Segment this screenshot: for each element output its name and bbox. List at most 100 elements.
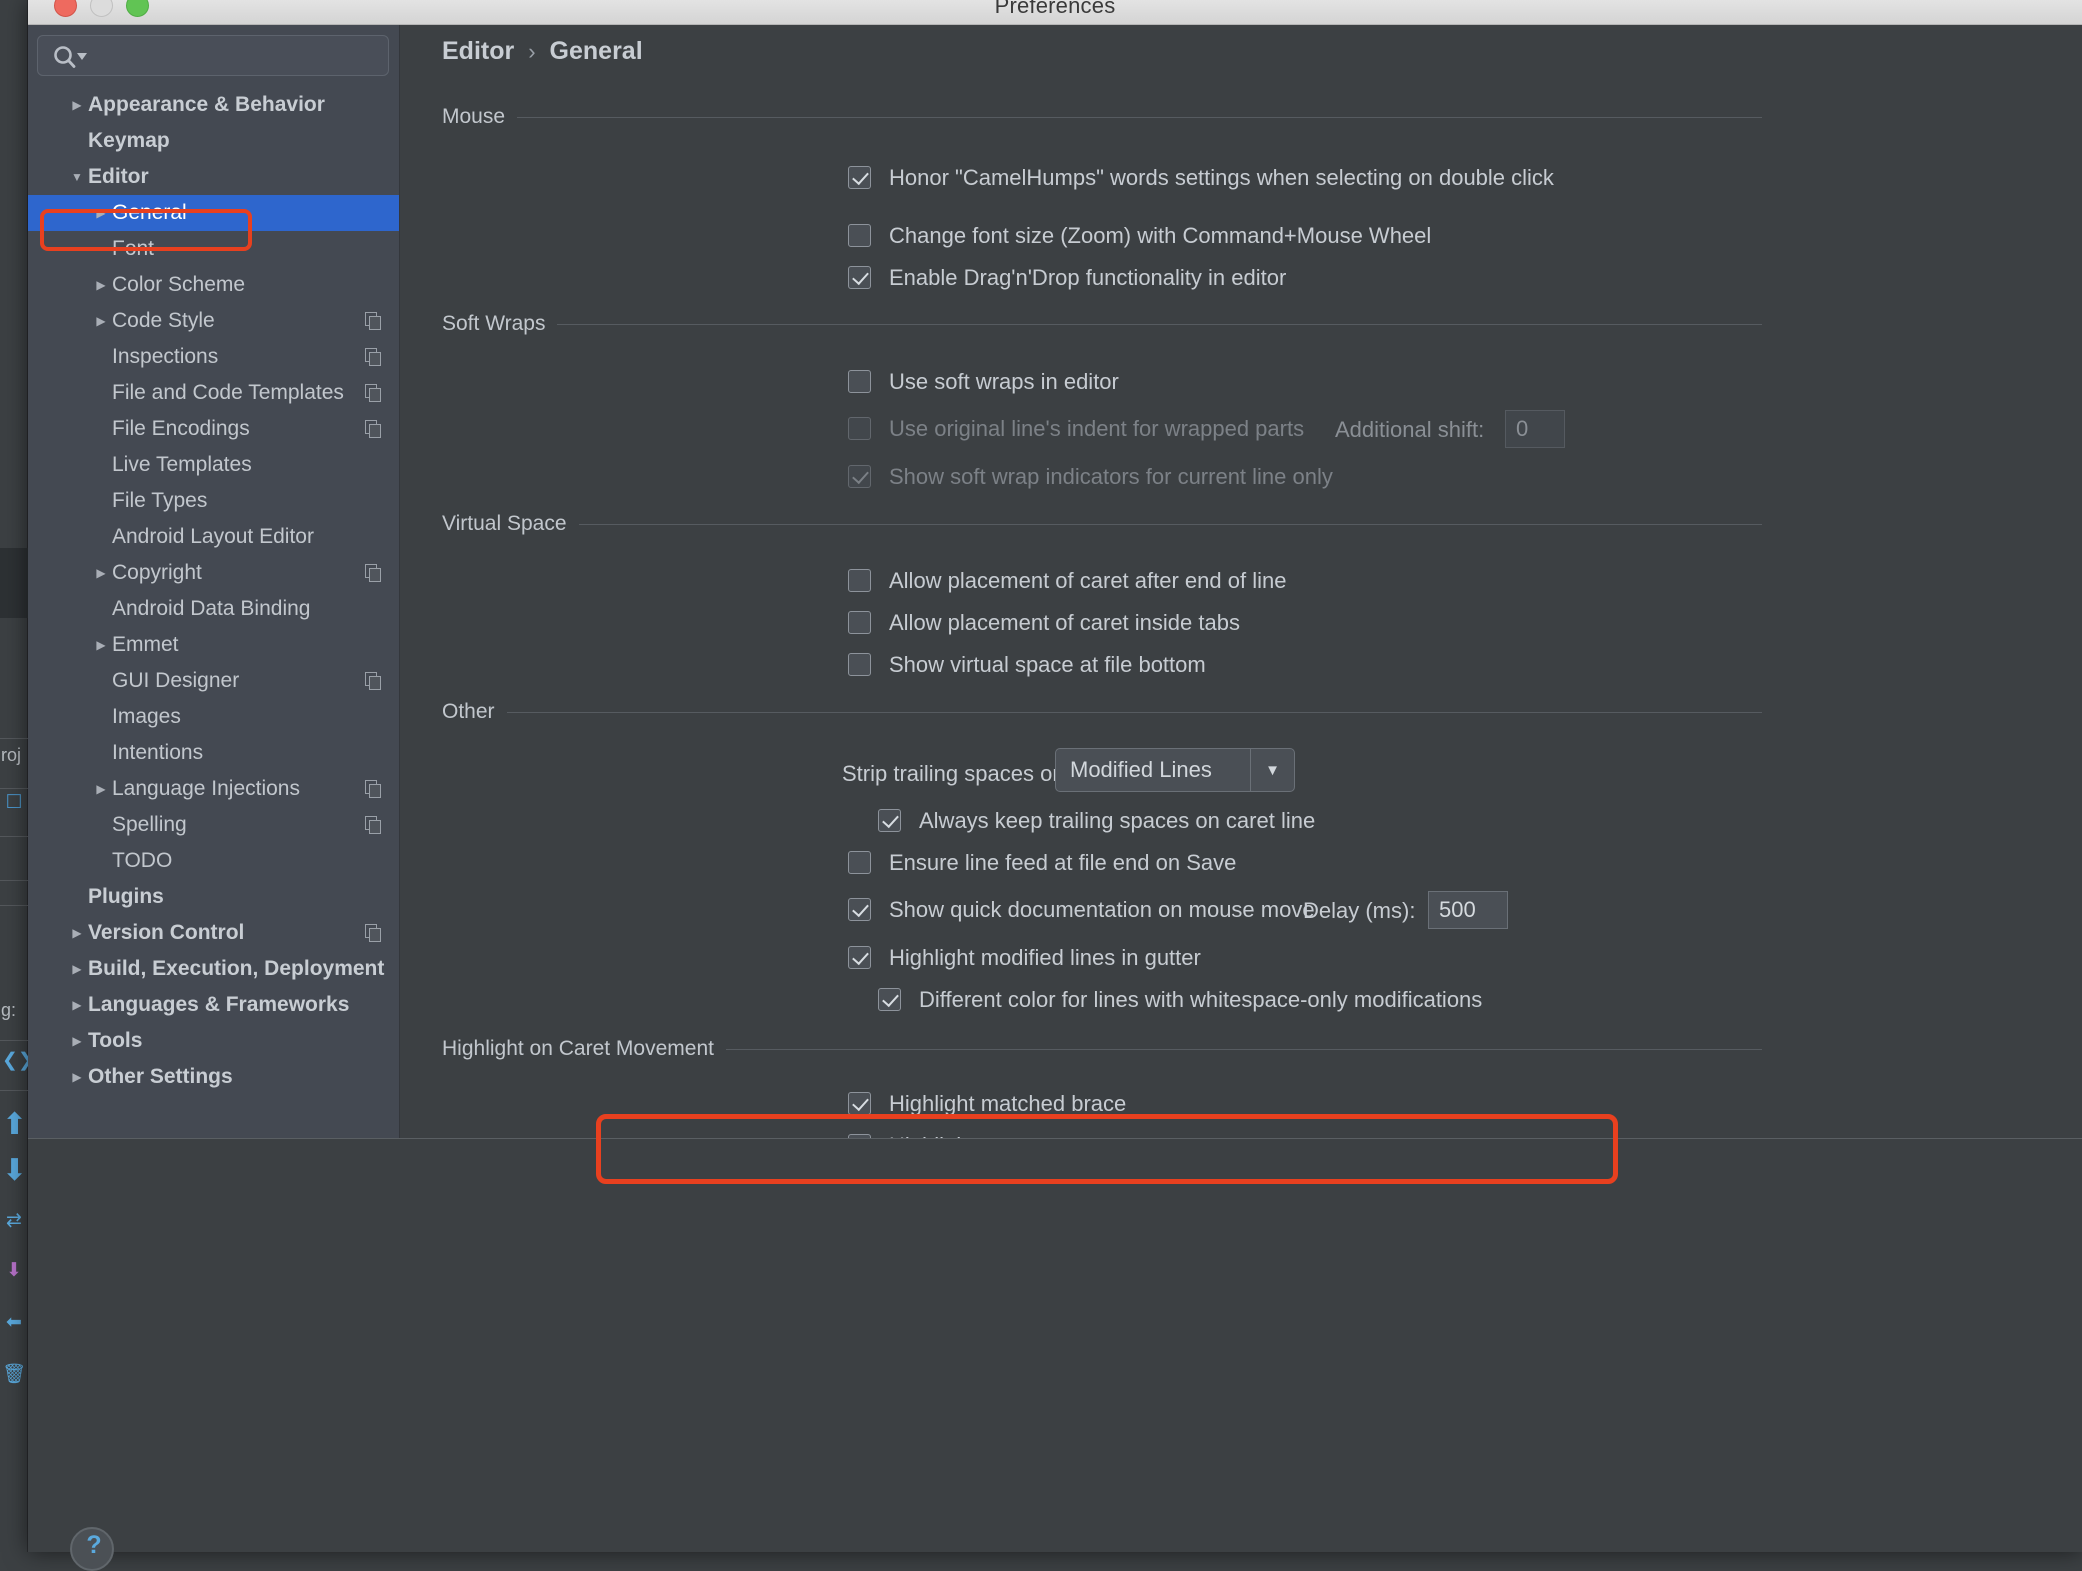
chevron-right-icon[interactable]: ▶ [90, 303, 112, 339]
checkbox-caret-after-eol[interactable] [848, 569, 871, 592]
sidebar-item-intentions[interactable]: Intentions [28, 735, 399, 771]
sidebar-item-inspections[interactable]: Inspections [28, 339, 399, 375]
copy-settings-icon[interactable] [365, 816, 382, 834]
checkbox-honor-camelhumps[interactable] [848, 166, 871, 189]
ide-tool-strip[interactable]: roj g: ☐ ❮❯ ⬆ ⬇ ⇄ ⬇ ⬅ 🗑 [0, 0, 34, 1552]
sidebar-item-plugins[interactable]: Plugins [28, 879, 399, 915]
help-button[interactable]: ? [70, 1527, 114, 1571]
sidebar-item-gui-designer[interactable]: GUI Designer [28, 663, 399, 699]
sidebar-item-emmet[interactable]: ▶ Emmet [28, 627, 399, 663]
checkbox-highlight-modified-lines[interactable] [848, 946, 871, 969]
sidebar-item-language-injections[interactable]: ▶ Language Injections [28, 771, 399, 807]
sidebar-item-languages-frameworks[interactable]: ▶ Languages & Frameworks [28, 987, 399, 1023]
sidebar-item-build-execution-deployment[interactable]: ▶ Build, Execution, Deployment [28, 951, 399, 987]
sidebar-item-version-control[interactable]: ▶ Version Control [28, 915, 399, 951]
copy-settings-icon[interactable] [365, 312, 382, 330]
search-box[interactable] [37, 35, 389, 76]
checkbox-ensure-line-feed[interactable] [848, 851, 871, 874]
code-icon[interactable]: ❮❯ [2, 1048, 34, 1074]
chevron-right-icon[interactable]: ▶ [66, 915, 88, 951]
checkbox-row-show-quick-documentation[interactable]: Show quick documentation on mouse move [848, 895, 1315, 925]
checkbox-row-caret-after-eol[interactable]: Allow placement of caret after end of li… [848, 566, 1286, 596]
window-titlebar[interactable]: Preferences [28, 0, 2082, 25]
sidebar-item-tools[interactable]: ▶ Tools [28, 1023, 399, 1059]
checkbox-row-virtual-space-bottom[interactable]: Show virtual space at file bottom [848, 650, 1206, 680]
chevron-right-icon[interactable]: ▶ [66, 1059, 88, 1095]
checkbox-enable-dragndrop[interactable] [848, 266, 871, 289]
sidebar-item-copyright[interactable]: ▶ Copyright [28, 555, 399, 591]
chevron-right-icon[interactable]: ▶ [90, 771, 112, 807]
checkbox-show-quick-documentation[interactable] [848, 898, 871, 921]
tree-twisty-placeholder [90, 411, 112, 447]
chevron-right-icon[interactable]: ▶ [90, 195, 112, 231]
export-icon[interactable]: ⬅ [2, 1310, 26, 1336]
sidebar-item-live-templates[interactable]: Live Templates [28, 447, 399, 483]
sidebar-item-file-encodings[interactable]: File Encodings [28, 411, 399, 447]
chevron-right-icon[interactable]: ▶ [66, 951, 88, 987]
checkbox-row-highlight-current-scope[interactable]: Highlight current scope [848, 1131, 1114, 1138]
checkbox-different-color-whitespace[interactable] [878, 988, 901, 1011]
sidebar-item-font[interactable]: Font [28, 231, 399, 267]
sidebar-item-android-layout-editor[interactable]: Android Layout Editor [28, 519, 399, 555]
copy-settings-icon[interactable] [365, 420, 382, 438]
arrow-down-icon[interactable]: ⬇ [2, 1156, 27, 1186]
chevron-down-icon[interactable]: ▼ [66, 159, 88, 195]
sidebar-item-color-scheme[interactable]: ▶ Color Scheme [28, 267, 399, 303]
sidebar-item-file-and-code-templates[interactable]: File and Code Templates [28, 375, 399, 411]
checkbox-row-highlight-matched-brace[interactable]: Highlight matched brace [848, 1089, 1126, 1119]
sidebar-item-appearance-behavior[interactable]: ▶ Appearance & Behavior [28, 87, 399, 123]
checkbox-change-font-size[interactable] [848, 224, 871, 247]
checkbox-highlight-matched-brace[interactable] [848, 1092, 871, 1115]
copy-settings-icon[interactable] [365, 384, 382, 402]
search-input[interactable] [90, 37, 384, 74]
sidebar-item-images[interactable]: Images [28, 699, 399, 735]
sidebar-item-editor[interactable]: ▼ Editor [28, 159, 399, 195]
sidebar-item-spelling[interactable]: Spelling [28, 807, 399, 843]
checkbox-row-highlight-modified-lines[interactable]: Highlight modified lines in gutter [848, 943, 1201, 973]
sidebar-item-other-settings[interactable]: ▶ Other Settings [28, 1059, 399, 1095]
chevron-right-icon[interactable]: ▶ [90, 627, 112, 663]
copy-settings-icon[interactable] [365, 672, 382, 690]
sidebar-item-general[interactable]: ▶ General [28, 195, 399, 231]
sidebar-item-label: General [112, 201, 187, 224]
chevron-right-icon[interactable]: ▶ [66, 87, 88, 123]
checkbox-use-soft-wraps[interactable] [848, 370, 871, 393]
breadcrumb-parent[interactable]: Editor [442, 37, 514, 66]
trash-icon[interactable]: 🗑 [2, 1362, 26, 1388]
checkbox-row-keep-trailing-spaces[interactable]: Always keep trailing spaces on caret lin… [878, 806, 1315, 836]
chevron-right-icon[interactable]: ▶ [90, 555, 112, 591]
delay-input[interactable] [1428, 891, 1508, 929]
checkbox-keep-trailing-spaces[interactable] [878, 809, 901, 832]
checkbox-row-ensure-line-feed[interactable]: Ensure line feed at file end on Save [848, 848, 1236, 878]
checkbox-caret-inside-tabs[interactable] [848, 611, 871, 634]
section-header-soft-wraps: Soft Wraps [442, 310, 1762, 338]
checkbox-row-different-color-whitespace[interactable]: Different color for lines with whitespac… [878, 985, 1482, 1015]
chevron-down-icon[interactable]: ▼ [1250, 749, 1294, 791]
checkbox-row-enable-dragndrop[interactable]: Enable Drag'n'Drop functionality in edit… [848, 263, 1286, 293]
copy-settings-icon[interactable] [365, 780, 382, 798]
sidebar-item-keymap[interactable]: Keymap [28, 123, 399, 159]
checkbox-row-caret-inside-tabs[interactable]: Allow placement of caret inside tabs [848, 608, 1240, 638]
sidebar-item-todo[interactable]: TODO [28, 843, 399, 879]
copy-settings-icon[interactable] [365, 348, 382, 366]
code-icon[interactable]: ☐ [2, 790, 26, 816]
checkbox-row-honor-camelhumps[interactable]: Honor "CamelHumps" words settings when s… [848, 163, 1768, 193]
checkbox-row-use-soft-wraps[interactable]: Use soft wraps in editor [848, 367, 1119, 397]
chevron-right-icon[interactable]: ▶ [90, 267, 112, 303]
strip-trailing-spaces-select[interactable]: Modified Lines ▼ [1055, 748, 1295, 792]
copy-settings-icon[interactable] [365, 564, 382, 582]
arrow-up-icon[interactable]: ⬆ [2, 1110, 27, 1140]
sidebar-item-file-types[interactable]: File Types [28, 483, 399, 519]
import-icon[interactable]: ⬇ [2, 1258, 26, 1284]
copy-settings-icon[interactable] [365, 924, 382, 942]
chevron-right-icon[interactable]: ▶ [66, 987, 88, 1023]
sidebar-item-android-data-binding[interactable]: Android Data Binding [28, 591, 399, 627]
checkbox-label: Allow placement of caret after end of li… [889, 568, 1287, 593]
merge-icon[interactable]: ⇄ [2, 1208, 26, 1234]
sidebar-item-code-style[interactable]: ▶ Code Style [28, 303, 399, 339]
chevron-right-icon[interactable]: ▶ [66, 1023, 88, 1059]
checkbox-row-change-font-size[interactable]: Change font size (Zoom) with Command+Mou… [848, 221, 1431, 251]
checkbox-virtual-space-bottom[interactable] [848, 653, 871, 676]
